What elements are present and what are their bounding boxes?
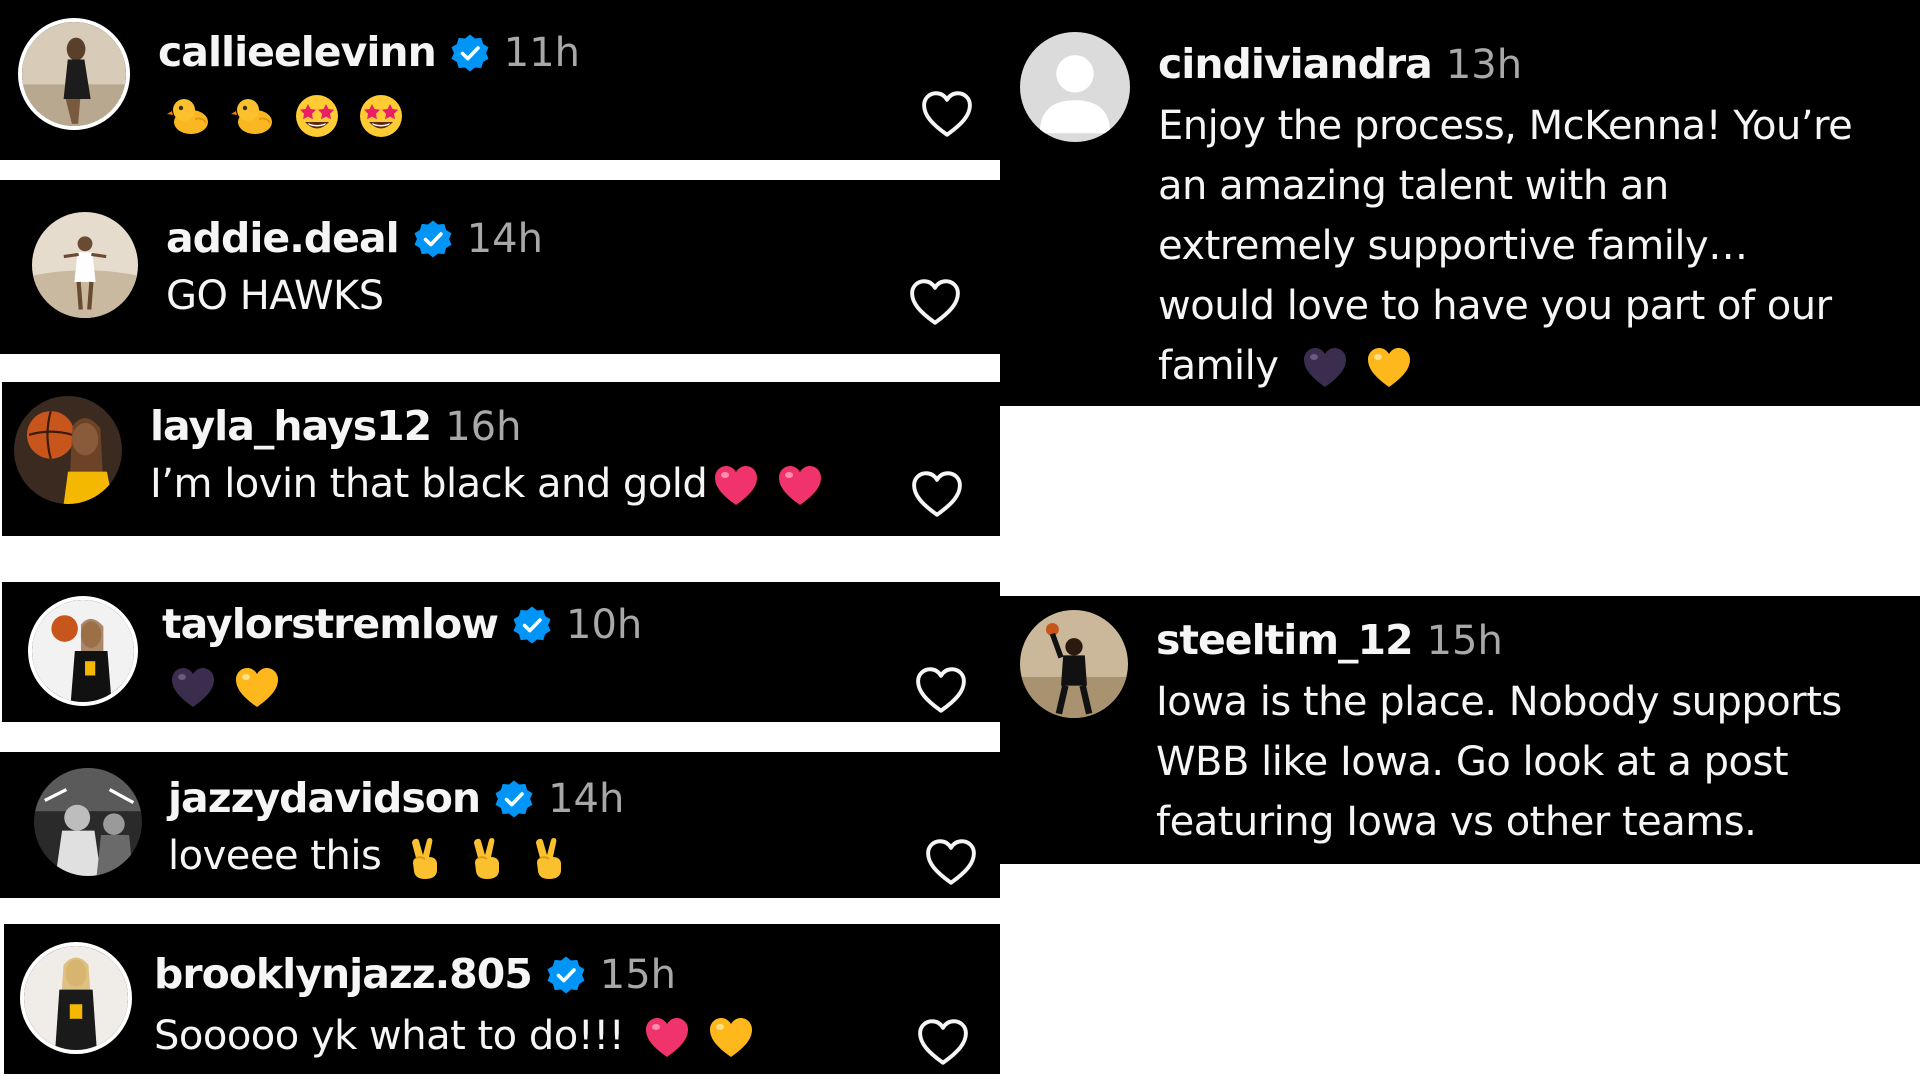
heart-outline-icon[interactable] xyxy=(920,90,974,138)
username[interactable]: taylorstremlow xyxy=(162,604,499,645)
avatar[interactable] xyxy=(14,396,122,504)
comment-card: steeltim_12 15h Iowa is the place. Nobod… xyxy=(1000,596,1920,864)
verified-badge-icon xyxy=(450,33,490,73)
comment-body: family xyxy=(1158,343,1279,389)
comment-text: Enjoy the process, McKenna! You’re an am… xyxy=(1158,96,1853,396)
verified-badge-icon xyxy=(512,605,552,645)
comment-text xyxy=(166,84,422,144)
comment-line: featuring Iowa vs other teams. xyxy=(1156,799,1757,845)
avatar[interactable] xyxy=(20,942,132,1054)
comment-text: Sooooo yk what to do!!! xyxy=(154,1006,772,1066)
comment-line: WBB like Iowa. Go look at a post xyxy=(1156,739,1789,785)
comment-body: Sooooo yk what to do!!! xyxy=(154,1013,625,1059)
avatar[interactable] xyxy=(28,596,138,706)
comment-line: Enjoy the process, McKenna! You’re xyxy=(1158,103,1853,149)
comment-card: addie.deal 14h GO HAWKS xyxy=(0,180,1000,354)
username[interactable]: brooklynjazz.805 xyxy=(154,954,533,995)
username[interactable]: jazzydavidson xyxy=(168,778,481,819)
heart-outline-icon[interactable] xyxy=(916,1018,970,1066)
verified-badge-icon xyxy=(494,779,534,819)
comment-line: Iowa is the place. Nobody supports xyxy=(1156,679,1842,725)
avatar[interactable] xyxy=(1020,610,1128,718)
black-heart-emoji xyxy=(1302,345,1348,391)
timestamp: 15h xyxy=(599,951,676,998)
timestamp: 14h xyxy=(548,775,625,822)
comment-line: extremely supportive family… xyxy=(1158,223,1748,269)
comment-line: would love to have you part of our xyxy=(1158,283,1832,329)
pink-heart-emoji xyxy=(777,463,823,509)
timestamp: 11h xyxy=(503,29,581,76)
victory-hand-emoji xyxy=(403,835,449,881)
comment-text: Iowa is the place. Nobody supports WBB l… xyxy=(1156,672,1842,852)
chick-emoji xyxy=(230,93,276,139)
yellow-heart-emoji xyxy=(708,1015,754,1061)
heart-outline-icon[interactable] xyxy=(914,666,968,714)
username[interactable]: steeltim_12 xyxy=(1156,620,1414,661)
timestamp: 14h xyxy=(466,215,543,262)
username[interactable]: addie.deal xyxy=(166,218,400,259)
victory-hand-emoji xyxy=(527,835,573,881)
comment-card: callieelevinn 11h xyxy=(0,0,1000,160)
timestamp: 13h xyxy=(1445,41,1523,88)
star-struck-emoji xyxy=(358,93,404,139)
comment-card: brooklynjazz.805 15h Sooooo yk what to d… xyxy=(4,924,1000,1074)
timestamp: 16h xyxy=(445,403,522,450)
avatar[interactable] xyxy=(32,212,138,318)
comment-line: family xyxy=(1158,336,1852,396)
username[interactable]: layla_hays12 xyxy=(150,406,432,447)
yellow-heart-emoji xyxy=(1366,345,1412,391)
chick-emoji xyxy=(166,93,212,139)
timestamp: 15h xyxy=(1426,617,1503,664)
comment-text: loveee this xyxy=(168,826,591,886)
comment-line: an amazing talent with an xyxy=(1158,163,1669,209)
comment-text: GO HAWKS xyxy=(166,273,384,319)
timestamp: 10h xyxy=(566,601,643,648)
verified-badge-icon xyxy=(546,955,586,995)
comment-text: I’m lovin that black and gold xyxy=(150,454,841,514)
avatar[interactable] xyxy=(34,768,142,876)
black-heart-emoji xyxy=(170,665,216,711)
comment-card: layla_hays12 16h I’m lovin that black an… xyxy=(2,382,1000,536)
comment-body: I’m lovin that black and gold xyxy=(150,461,708,507)
heart-outline-icon[interactable] xyxy=(908,278,962,326)
username[interactable]: callieelevinn xyxy=(158,32,437,73)
default-avatar-icon[interactable] xyxy=(1020,32,1130,142)
pink-heart-emoji xyxy=(644,1015,690,1061)
username[interactable]: cindiviandra xyxy=(1158,44,1433,85)
heart-outline-icon[interactable] xyxy=(924,838,978,886)
heart-outline-icon[interactable] xyxy=(910,470,964,518)
comment-card: cindiviandra 13h Enjoy the process, McKe… xyxy=(1000,0,1920,406)
star-struck-emoji xyxy=(294,93,340,139)
pink-heart-emoji xyxy=(713,463,759,509)
verified-badge-icon xyxy=(413,219,453,259)
comment-card: taylorstremlow 10h xyxy=(2,582,1000,722)
avatar[interactable] xyxy=(18,18,130,130)
comment-text xyxy=(170,656,298,716)
victory-hand-emoji xyxy=(465,835,511,881)
yellow-heart-emoji xyxy=(234,665,280,711)
comment-card: jazzydavidson 14h loveee this xyxy=(0,752,1000,898)
comment-body: loveee this xyxy=(168,833,382,879)
